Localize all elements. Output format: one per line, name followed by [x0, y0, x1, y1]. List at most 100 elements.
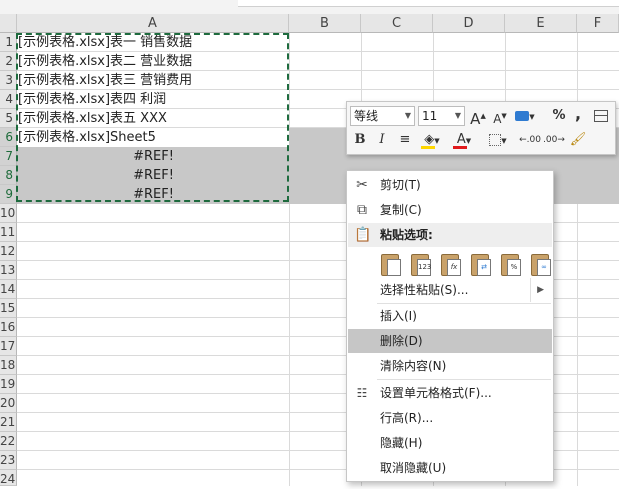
cell-a5[interactable]: [示例表格.xlsx]表五 XXX — [17, 109, 289, 128]
menu-item-hide-label: 隐藏(H) — [380, 436, 423, 450]
cell-a6[interactable]: [示例表格.xlsx]Sheet5 — [17, 128, 289, 147]
shrink-font-button[interactable]: A▼ — [492, 106, 508, 126]
menu-item-clear-contents[interactable]: 清除内容(N) — [348, 354, 552, 378]
menu-item-paste-special[interactable]: 选择性粘贴(S)... ▶ — [348, 278, 552, 302]
menu-item-format-cells[interactable]: ☷ 设置单元格格式(F)... — [348, 381, 552, 405]
align-center-icon: ≡ — [399, 132, 411, 147]
paste-link-icon[interactable]: ∞ — [529, 251, 551, 277]
fill-color-swatch — [421, 146, 435, 149]
row-header-21[interactable]: 21 — [0, 413, 17, 432]
column-header-d[interactable]: D — [433, 14, 505, 33]
submenu-divider — [530, 278, 531, 302]
font-color-icon: A — [456, 132, 466, 147]
row-header-16[interactable]: 16 — [0, 318, 17, 337]
cell-a1[interactable]: [示例表格.xlsx]表一 销售数据 — [17, 33, 289, 52]
menu-item-delete[interactable]: 删除(D) — [348, 329, 552, 353]
row-header-10[interactable]: 10 — [0, 204, 17, 223]
row-header-2[interactable]: 2 — [0, 52, 17, 71]
menu-item-delete-label: 删除(D) — [380, 334, 423, 348]
menu-item-copy[interactable]: ⧉ 复制(C) — [348, 198, 552, 222]
borders-icon — [489, 133, 502, 146]
font-name-box[interactable]: 等线 ▼ — [350, 106, 415, 126]
column-header-e[interactable]: E — [505, 14, 577, 33]
row-header-24[interactable]: 24 — [0, 470, 17, 486]
font-name-value: 等线 — [354, 109, 379, 123]
paste-formatting-icon[interactable]: % — [499, 251, 521, 277]
row-header-11[interactable]: 11 — [0, 223, 17, 242]
bold-button[interactable]: B — [353, 130, 367, 150]
percent-style-button[interactable]: % — [551, 106, 567, 126]
align-center-button[interactable]: ≡ — [397, 130, 413, 150]
paste-values-icon[interactable]: 123 — [409, 251, 431, 277]
paste-options-row: 123 fx ⇄ % ∞ — [377, 251, 553, 279]
row-header-14[interactable]: 14 — [0, 280, 17, 299]
select-all-corner[interactable] — [0, 14, 17, 33]
borders-button[interactable]: ▼ — [487, 130, 509, 150]
grow-font-icon: A — [470, 110, 481, 128]
row-header-19[interactable]: 19 — [0, 375, 17, 394]
row-header-23[interactable]: 23 — [0, 451, 17, 470]
formula-bar-strip — [0, 0, 619, 14]
context-menu: ✂ 剪切(T) ⧉ 复制(C) 📋 粘贴选项: 123 fx ⇄ % ∞ 选择性… — [346, 170, 554, 482]
formula-bar[interactable] — [238, 0, 619, 7]
menu-separator — [377, 379, 551, 380]
row-header-4[interactable]: 4 — [0, 90, 17, 109]
menu-item-format-cells-label: 设置单元格格式(F)... — [380, 386, 492, 400]
row-header-9[interactable]: 9 — [0, 185, 17, 204]
row-header-1[interactable]: 1 — [0, 33, 17, 52]
menu-item-row-height-label: 行高(R)... — [380, 411, 434, 425]
format-painter-table-button[interactable] — [591, 106, 611, 126]
font-size-value: 11 — [422, 109, 438, 123]
paste-options-label: 粘贴选项: — [380, 228, 433, 242]
column-header-f[interactable]: F — [577, 14, 619, 33]
menu-item-row-height[interactable]: 行高(R)... — [348, 406, 552, 430]
increase-decimal-label: .00 — [526, 135, 541, 145]
column-header-a[interactable]: A — [17, 14, 289, 33]
menu-item-hide[interactable]: 隐藏(H) — [348, 431, 552, 455]
row-header-3[interactable]: 3 — [0, 71, 17, 90]
row-header-6[interactable]: 6 — [0, 128, 17, 147]
row-header-8[interactable]: 8 — [0, 166, 17, 185]
menu-item-cut[interactable]: ✂ 剪切(T) — [348, 173, 552, 197]
row-header-7[interactable]: 7 — [0, 147, 17, 166]
row-header-5[interactable]: 5 — [0, 109, 17, 128]
menu-item-unhide[interactable]: 取消隐藏(U) — [348, 456, 552, 480]
menu-item-clear-contents-label: 清除内容(N) — [380, 359, 447, 373]
font-size-box[interactable]: 11 ▼ — [418, 106, 465, 126]
decrease-decimal-icon: → — [557, 135, 565, 145]
column-header-b[interactable]: B — [289, 14, 361, 33]
paste-formulas-icon[interactable]: fx — [439, 251, 461, 277]
mini-toolbar: 等线 ▼ 11 ▼ A▲ A▼ ▼ % , B I ≡ ◈▼ A▼ ▼ ←.00… — [346, 101, 616, 155]
comma-style-button[interactable]: , — [573, 104, 583, 124]
increase-decimal-button[interactable]: ←.00 — [519, 130, 541, 150]
row-header-17[interactable]: 17 — [0, 337, 17, 356]
row-header-15[interactable]: 15 — [0, 299, 17, 318]
row-header-13[interactable]: 13 — [0, 261, 17, 280]
chevron-down-icon: ▼ — [404, 111, 411, 120]
format-painter-button[interactable]: 🖌 — [569, 130, 587, 150]
menu-item-insert[interactable]: 插入(I) — [348, 304, 552, 328]
row-header-12[interactable]: 12 — [0, 242, 17, 261]
row-header-18[interactable]: 18 — [0, 356, 17, 375]
paste-icon[interactable] — [379, 251, 401, 277]
cell-a7[interactable]: #REF! — [17, 147, 289, 166]
paint-bucket-icon: ◈ — [424, 132, 435, 147]
paste-transpose-icon[interactable]: ⇄ — [469, 251, 491, 277]
menu-item-unhide-label: 取消隐藏(U) — [380, 461, 447, 475]
row-header-22[interactable]: 22 — [0, 432, 17, 451]
italic-button[interactable]: I — [375, 130, 389, 150]
scissors-icon: ✂ — [356, 177, 368, 193]
cell-a9[interactable]: #REF! — [17, 185, 289, 204]
grow-font-button[interactable]: A▲ — [470, 106, 486, 128]
fill-color-button[interactable]: ◈▼ — [419, 130, 445, 150]
row-header-20[interactable]: 20 — [0, 394, 17, 413]
number-format-button[interactable]: ▼ — [514, 106, 536, 126]
decrease-decimal-button[interactable]: .00→ — [543, 130, 565, 150]
cell-a4[interactable]: [示例表格.xlsx]表四 利润 — [17, 90, 289, 109]
cell-a2[interactable]: [示例表格.xlsx]表二 营业数据 — [17, 52, 289, 71]
cell-a8[interactable]: #REF! — [17, 166, 289, 185]
column-header-c[interactable]: C — [361, 14, 433, 33]
font-color-button[interactable]: A▼ — [451, 130, 477, 150]
font-color-swatch — [453, 146, 467, 149]
cell-a3[interactable]: [示例表格.xlsx]表三 营销费用 — [17, 71, 289, 90]
